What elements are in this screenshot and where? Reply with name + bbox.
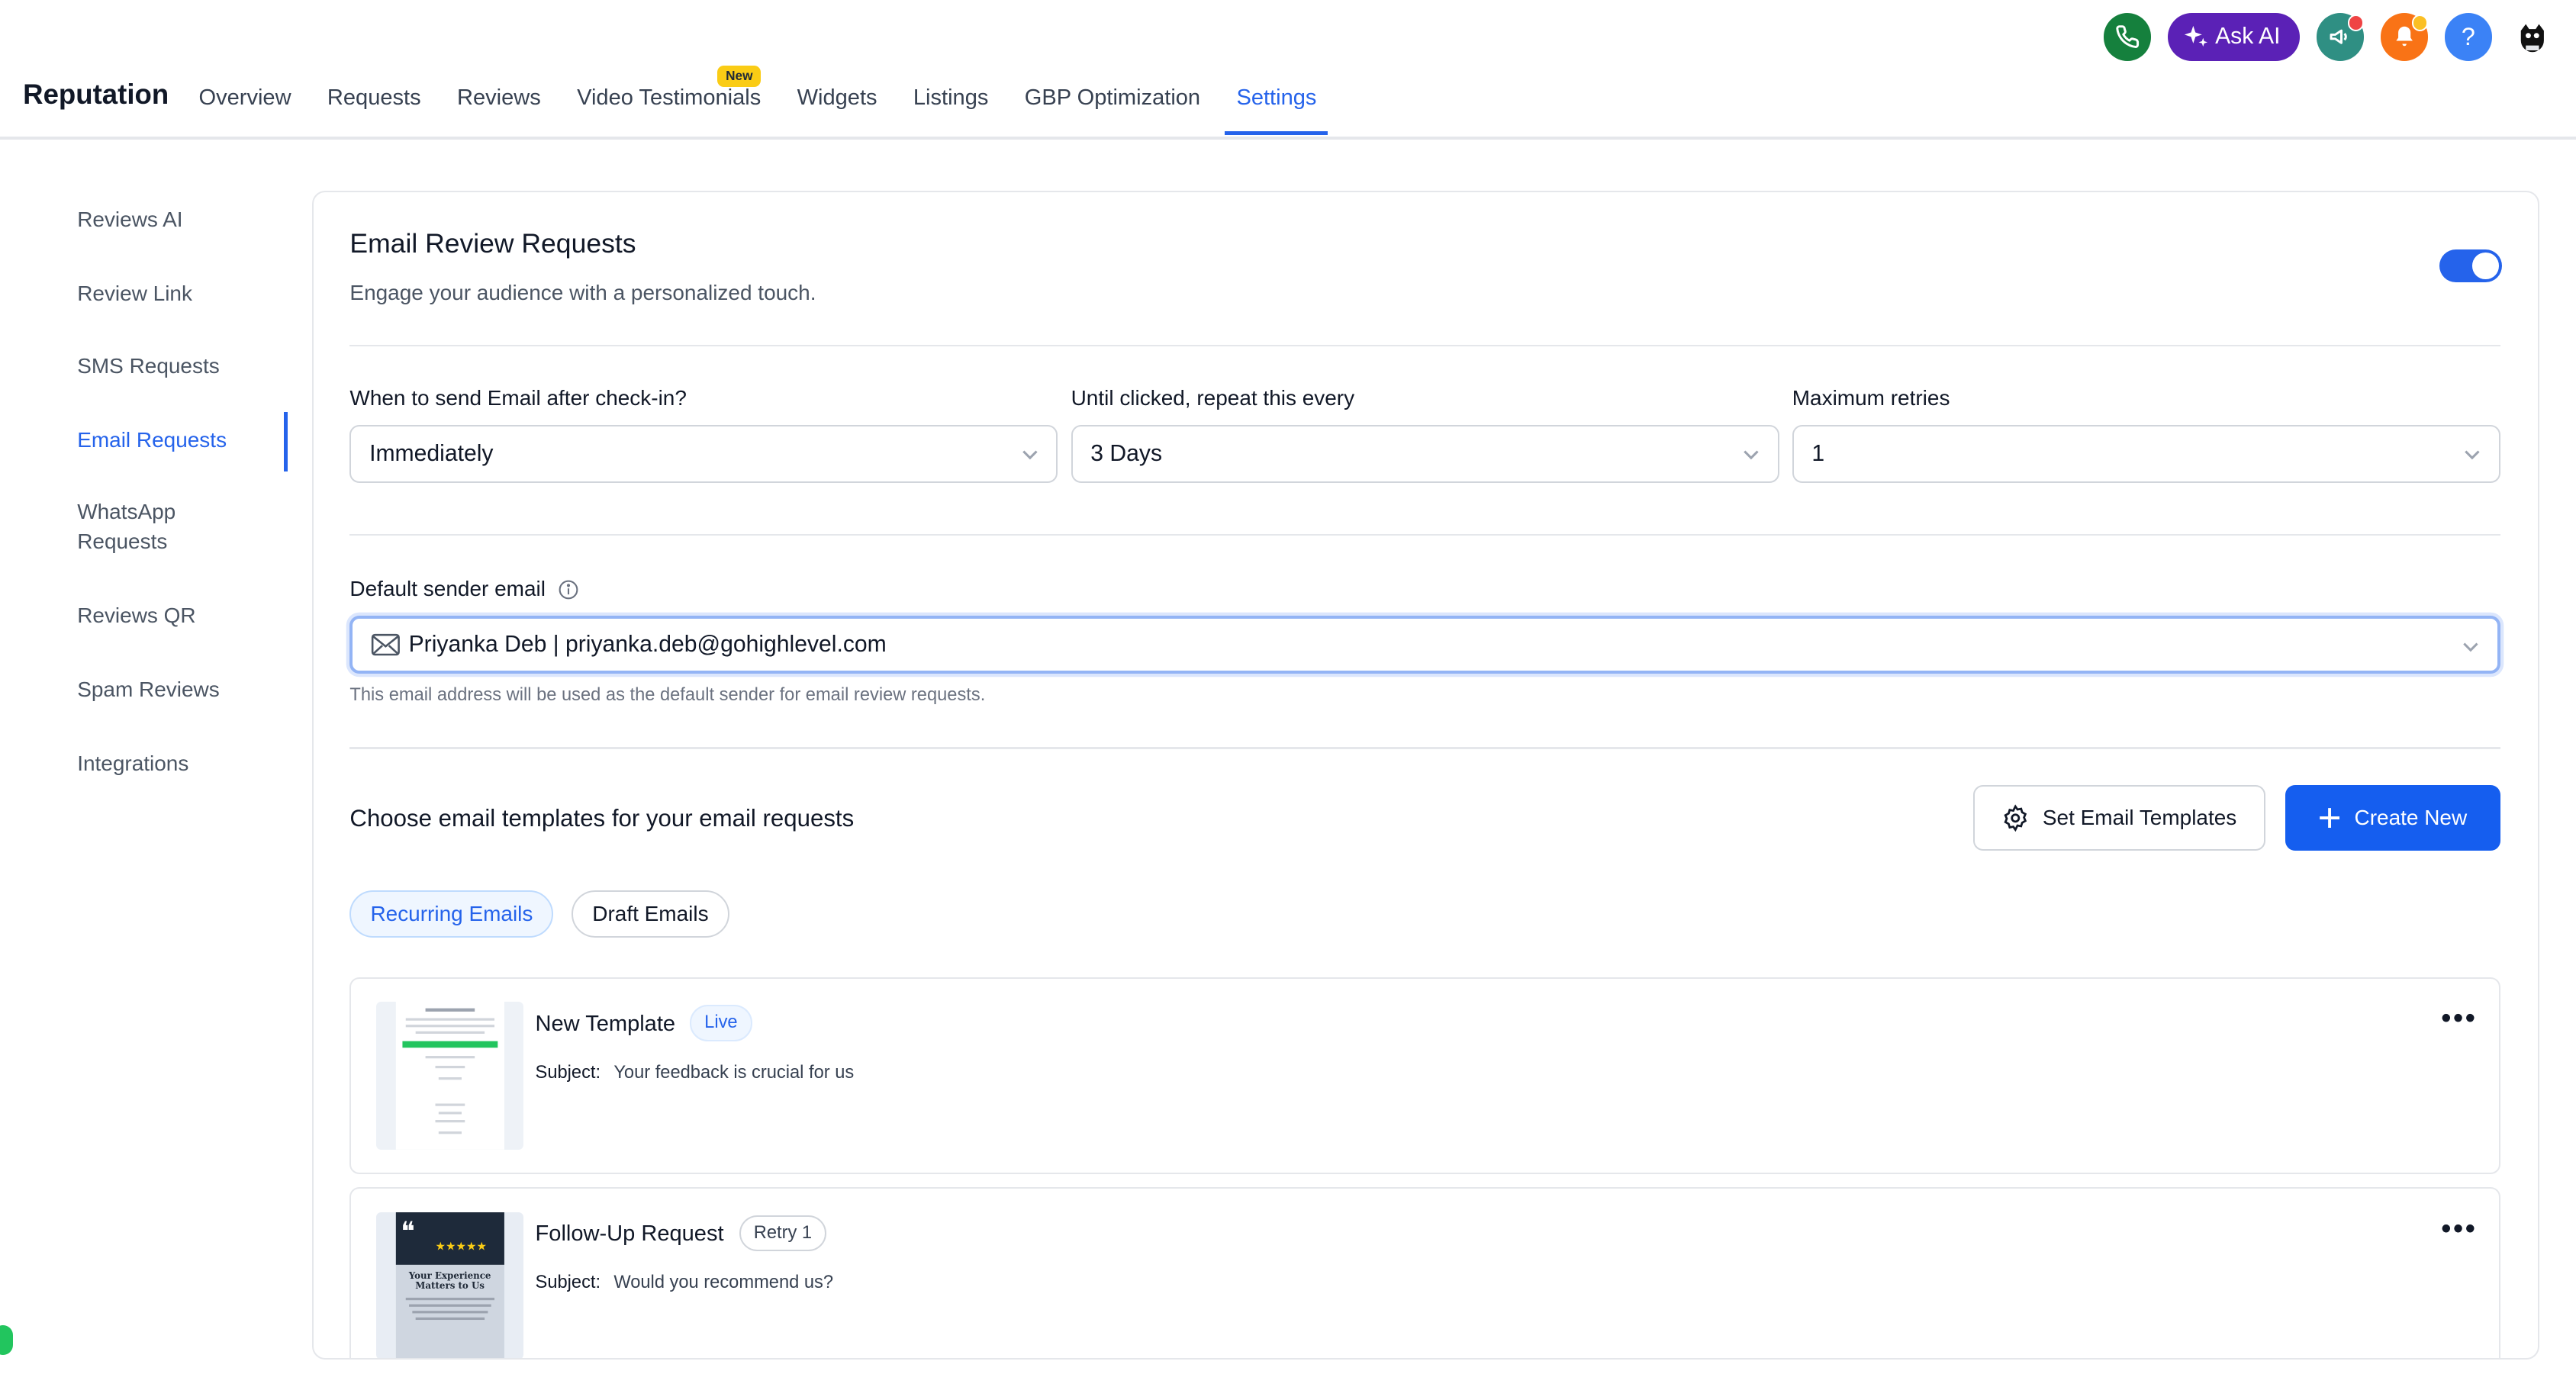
template-name: New Template — [535, 1011, 676, 1036]
send-timing-label: When to send Email after check-in? — [349, 385, 687, 410]
repeat-interval-select[interactable]: 3 Days — [1071, 425, 1779, 483]
template-subject: Subject: Your feedback is crucial for us — [536, 1063, 855, 1083]
app-brand: Reputation — [23, 79, 169, 111]
plus-icon — [2320, 808, 2340, 828]
subject-label: Subject: — [535, 1273, 601, 1293]
new-badge: New — [717, 66, 762, 88]
sidebar-item-reviews-qr[interactable]: Reviews QR — [0, 601, 195, 631]
sidebar-item-whatsapp-requests[interactable]: WhatsApp Requests — [0, 497, 201, 557]
avatar[interactable] — [2508, 13, 2557, 61]
nav-tab-reviews[interactable]: Reviews — [457, 79, 541, 134]
top-navigation-bar: Reputation Overview Requests Reviews Vid… — [0, 0, 2576, 140]
info-icon[interactable] — [558, 579, 579, 600]
sidebar-item-integrations[interactable]: Integrations — [0, 749, 188, 779]
announcements-button[interactable] — [2316, 13, 2365, 61]
divider — [349, 344, 2500, 347]
notification-dot — [2348, 14, 2365, 31]
chevron-down-icon — [1022, 450, 1038, 460]
template-subject: Subject: Would you recommend us? — [536, 1273, 833, 1293]
envelope-icon — [371, 633, 400, 656]
status-badge: Live — [689, 1005, 752, 1041]
svg-text:★★★★★: ★★★★★ — [435, 1239, 487, 1253]
max-retries-label: Maximum retries — [1792, 385, 1950, 410]
send-timing-value: Immediately — [369, 441, 494, 467]
nav-tab-listings[interactable]: Listings — [913, 79, 989, 134]
nav-tab-gbp-optimization[interactable]: GBP Optimization — [1025, 79, 1200, 134]
more-options-icon[interactable]: ••• — [2441, 1002, 2477, 1035]
sender-email-label-text: Default sender email — [349, 576, 546, 600]
email-review-requests-card: Email Review Requests Engage your audien… — [312, 190, 2540, 1360]
sender-email-label: Default sender email — [349, 577, 579, 601]
template-thumbnail — [375, 1002, 524, 1150]
nav-tab-video-testimonials[interactable]: Video Testimonials New — [577, 66, 762, 134]
help-button[interactable]: ? — [2444, 13, 2493, 61]
notification-dot — [2411, 14, 2429, 31]
notifications-button[interactable] — [2380, 13, 2429, 61]
toggle-knob — [2472, 253, 2499, 279]
create-new-button[interactable]: Create New — [2285, 784, 2500, 851]
tab-recurring-emails[interactable]: Recurring Emails — [349, 890, 554, 938]
nav-tab-label: Video Testimonials — [577, 85, 762, 111]
bell-icon — [2396, 26, 2413, 47]
nav-tab-settings[interactable]: Settings — [1225, 79, 1328, 135]
templates-section-title: Choose email templates for your email re… — [349, 804, 855, 832]
set-email-templates-label: Set Email Templates — [2042, 806, 2237, 829]
send-timing-select[interactable]: Immediately — [349, 425, 1058, 483]
card-title: Email Review Requests — [349, 228, 636, 259]
divider — [349, 747, 2500, 749]
gear-icon — [2004, 804, 2027, 832]
megaphone-icon — [2330, 29, 2347, 44]
svg-text:❝: ❝ — [401, 1216, 415, 1247]
sidebar-item-sms-requests[interactable]: SMS Requests — [0, 352, 220, 381]
status-badge: Retry 1 — [739, 1215, 827, 1252]
nav-tab-overview[interactable]: Overview — [199, 79, 291, 134]
status-indicator — [0, 1325, 14, 1356]
email-preview-image — [395, 1002, 504, 1150]
chevron-down-icon — [2465, 450, 2480, 460]
nav-tab-requests[interactable]: Requests — [327, 79, 421, 134]
phone-button[interactable] — [2103, 13, 2152, 61]
chevron-down-icon — [2463, 642, 2478, 652]
sidebar-item-spam-reviews[interactable]: Spam Reviews — [0, 675, 220, 705]
sender-email-help: This email address will be used as the d… — [349, 684, 986, 705]
page-root: Reputation Overview Requests Reviews Vid… — [0, 0, 2576, 1386]
max-retries-value: 1 — [1811, 441, 1825, 467]
repeat-interval-value: 3 Days — [1090, 441, 1163, 467]
sidebar-item-email-requests[interactable]: Email Requests — [0, 412, 288, 471]
phone-icon — [2116, 25, 2139, 49]
more-options-icon[interactable]: ••• — [2441, 1212, 2477, 1246]
card-subtitle: Engage your audience with a personalized… — [349, 280, 816, 304]
template-thumbnail: ❝ ★★★★★ Your Experience Matters to Us — [375, 1212, 524, 1359]
subject-value: Would you recommend us? — [613, 1273, 834, 1293]
template-card[interactable]: ❝ ★★★★★ Your Experience Matters to Us Fo… — [349, 1187, 2500, 1359]
sparkle-icon — [2184, 26, 2208, 47]
max-retries-select[interactable]: 1 — [1792, 425, 2500, 483]
sender-email-select[interactable]: Priyanka Deb | priyanka.deb@gohighlevel.… — [349, 616, 2500, 674]
top-right-actions: Ask AI ? — [2103, 13, 2557, 61]
ask-ai-button[interactable]: Ask AI — [2167, 13, 2301, 61]
thumbnail-caption: Your Experience Matters to Us — [408, 1270, 491, 1291]
subject-label: Subject: — [535, 1062, 601, 1083]
repeat-interval-label: Until clicked, repeat this every — [1071, 385, 1355, 410]
create-new-label: Create New — [2354, 806, 2468, 829]
tab-draft-emails[interactable]: Draft Emails — [572, 890, 729, 938]
enable-toggle[interactable] — [2439, 249, 2502, 283]
set-email-templates-button[interactable]: Set Email Templates — [1972, 784, 2265, 851]
nav-tab-widgets[interactable]: Widgets — [797, 79, 877, 134]
template-card[interactable]: New Template Live Subject: Your feedback … — [349, 977, 2500, 1175]
divider — [349, 533, 2500, 536]
ask-ai-label: Ask AI — [2215, 24, 2281, 50]
sidebar-item-review-link[interactable]: Review Link — [0, 279, 192, 309]
template-name: Follow-Up Request — [535, 1221, 724, 1247]
sidebar-item-reviews-ai[interactable]: Reviews AI — [0, 205, 182, 235]
avatar-icon — [2514, 18, 2551, 56]
subject-value: Your feedback is crucial for us — [613, 1062, 855, 1083]
main-nav: Overview Requests Reviews Video Testimon… — [199, 66, 1353, 135]
sender-email-value: Priyanka Deb | priyanka.deb@gohighlevel.… — [408, 631, 887, 657]
chevron-down-icon — [1744, 450, 1759, 460]
